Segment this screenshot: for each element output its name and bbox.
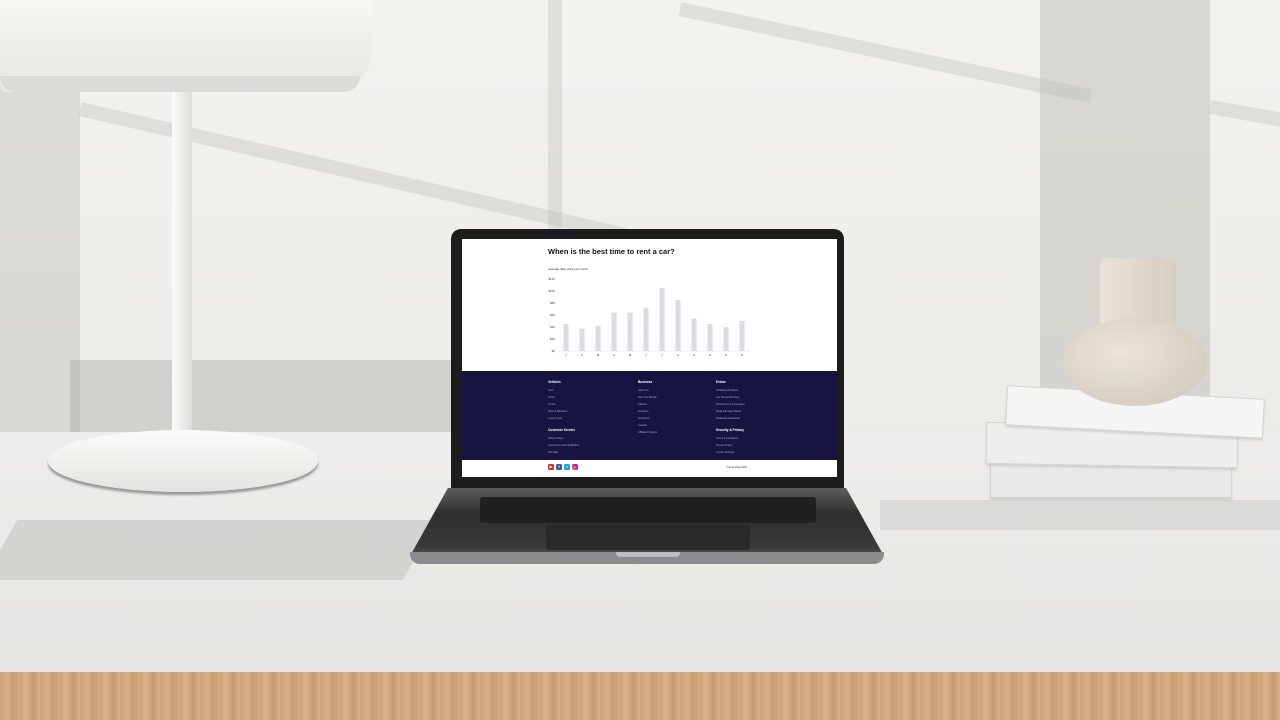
footer-link[interactable]: Cars	[548, 387, 579, 394]
copyright-text: © Enterprise 2023	[726, 466, 747, 469]
site-footer: Vehicles Cars SUVs Trucks Vans & Minivan…	[462, 371, 837, 460]
footer-link[interactable]: About Us	[638, 387, 657, 394]
footer-link[interactable]: Road Damage Waiver	[716, 408, 745, 415]
footer-link[interactable]: Protections & Coverages	[716, 401, 745, 408]
laptop-notch	[616, 552, 680, 557]
footer-link[interactable]: Contact	[638, 422, 657, 429]
x-tick-label: J	[661, 353, 663, 357]
x-tick-label: A	[613, 353, 615, 357]
chart-bar[interactable]	[627, 312, 633, 351]
footer-link[interactable]: Franchise	[638, 415, 657, 422]
instagram-icon[interactable]: ○	[572, 464, 578, 470]
y-tick-label: $0	[552, 349, 556, 353]
footer-link[interactable]: How Car Rental	[638, 394, 657, 401]
x-tick-label: O	[709, 353, 712, 357]
x-tick-label: N	[725, 353, 727, 357]
footer-column-vehicles: Vehicles Cars SUVs Trucks Vans & Minivan…	[548, 380, 579, 456]
x-tick-label: M	[597, 353, 600, 357]
desk-shadow	[0, 520, 438, 580]
footer-link[interactable]: Roadside Assistance	[716, 415, 745, 422]
desk-shadow	[880, 500, 1280, 530]
page-title: When is the best time to rent a car?	[548, 247, 675, 256]
footer-link[interactable]: Affiliate Program	[638, 429, 657, 436]
chart-bar[interactable]	[723, 327, 729, 351]
footer-link[interactable]: Investors	[638, 408, 657, 415]
footer-link[interactable]: Careers	[638, 401, 657, 408]
chart-bar[interactable]	[563, 324, 569, 351]
desk-wood-edge	[0, 672, 1280, 720]
footer-link[interactable]: Vans & Minivans	[548, 408, 579, 415]
wall-shadow	[70, 360, 470, 435]
footer-link[interactable]: Help & FAQs	[548, 435, 579, 442]
footer-link[interactable]: Trucks	[548, 401, 579, 408]
x-tick-label: F	[581, 353, 583, 357]
wall-shadow	[0, 75, 80, 435]
footer-link[interactable]: Cookie Settings	[716, 449, 745, 456]
vase-body	[1063, 318, 1207, 406]
footer-heading-vehicles: Vehicles	[548, 380, 561, 384]
twitter-icon[interactable]: t	[564, 464, 570, 470]
footer-column-business: Business About Us How Car Rental Careers…	[638, 380, 657, 436]
social-links: ▶ f t ○	[548, 464, 578, 470]
laptop-keyboard	[480, 497, 816, 523]
x-tick-label: D	[741, 353, 744, 357]
footer-link[interactable]: Car Rental Services	[716, 394, 745, 401]
x-tick-label: M	[629, 353, 632, 357]
footer-heading-customer-service: Customer Service	[548, 428, 576, 432]
y-tick-label: $120	[548, 277, 555, 281]
chart-bar[interactable]	[659, 288, 665, 351]
footer-link[interactable]: Site Map	[548, 449, 579, 456]
chart-bar[interactable]	[579, 328, 585, 351]
footer-heading-security: Security & Privacy	[716, 428, 744, 432]
footer-link[interactable]: Terms & Conditions	[716, 435, 745, 442]
chart-title: Average daily price per month	[548, 267, 588, 271]
footer-link[interactable]: Additional Products	[716, 387, 745, 394]
footer-heading-business: Business	[638, 380, 653, 384]
chart-bar[interactable]	[611, 312, 617, 351]
chart-bar[interactable]	[707, 324, 713, 351]
footer-link[interactable]: Luxury Cars	[548, 415, 579, 422]
price-bar-chart: $0 $20 $40 $60 $80 $100 $120 J F M A M J J A S O N D	[548, 277, 750, 357]
footer-bottom-bar: ▶ f t ○ © Enterprise 2023	[462, 460, 837, 477]
x-tick-label: A	[677, 353, 679, 357]
x-tick-label: S	[693, 353, 695, 357]
laptop-touchpad	[546, 524, 750, 550]
youtube-icon[interactable]: ▶	[548, 464, 554, 470]
y-tick-label: $80	[550, 301, 555, 305]
lamp-base	[48, 430, 318, 492]
lamp-pole	[172, 90, 192, 455]
chart-bar[interactable]	[675, 300, 681, 351]
chart-bar[interactable]	[595, 325, 601, 351]
footer-link[interactable]: Privacy Policy	[716, 442, 745, 449]
y-tick-label: $100	[548, 289, 555, 293]
footer-link[interactable]: SUVs	[548, 394, 579, 401]
footer-heading-extras: Extras	[716, 380, 726, 384]
x-tick-label: J	[565, 353, 567, 357]
lamp-rim	[0, 76, 360, 92]
y-tick-label: $20	[550, 337, 555, 341]
laptop-screen: When is the best time to rent a car? Ave…	[462, 239, 837, 477]
chart-bar[interactable]	[739, 321, 745, 351]
footer-column-extras: Extras Additional Products Car Rental Se…	[716, 380, 745, 456]
x-tick-label: J	[645, 353, 647, 357]
footer-link[interactable]: Customers with Disabilities	[548, 442, 579, 449]
y-tick-label: $60	[550, 313, 555, 317]
chart-bar[interactable]	[691, 318, 697, 351]
facebook-icon[interactable]: f	[556, 464, 562, 470]
y-tick-label: $40	[550, 325, 555, 329]
chart-bar[interactable]	[643, 307, 649, 351]
